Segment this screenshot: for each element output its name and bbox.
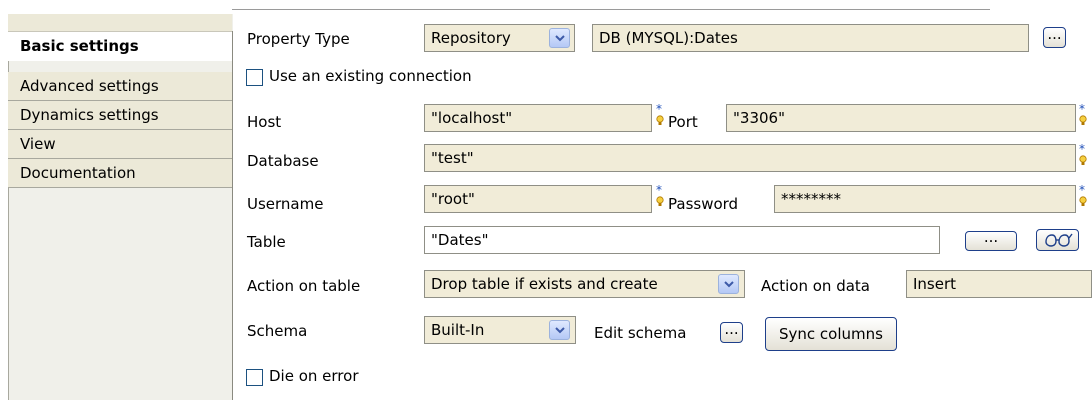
chevron-down-icon[interactable] <box>549 28 570 48</box>
table-view-button[interactable] <box>1036 229 1079 251</box>
action-on-table-select[interactable]: Drop table if exists and create <box>424 270 745 298</box>
glasses-icon <box>1045 233 1073 247</box>
action-on-table-label: Action on table <box>247 277 361 295</box>
action-on-data-value: Insert <box>913 275 957 293</box>
use-existing-connection-label: Use an existing connection <box>269 67 472 85</box>
ellipsis-label: ... <box>1047 25 1062 43</box>
sidebar-item-advanced-settings[interactable]: Advanced settings <box>8 72 232 101</box>
schema-label: Schema <box>247 322 308 340</box>
sidebar-header <box>8 14 232 32</box>
edit-schema-label: Edit schema <box>594 324 687 342</box>
required-marker-icon: * <box>656 185 664 206</box>
header-strip <box>0 0 1092 9</box>
chevron-down-icon[interactable] <box>549 320 570 340</box>
svg-text:*: * <box>1079 144 1085 156</box>
action-on-data-label: Action on data <box>761 277 870 295</box>
ellipsis-label: ... <box>983 228 999 246</box>
svg-text:*: * <box>1079 104 1085 116</box>
database-field[interactable]: "test" <box>424 144 1076 172</box>
sync-columns-button[interactable]: Sync columns <box>765 317 897 351</box>
schema-select[interactable]: Built-In <box>424 316 576 344</box>
svg-text:*: * <box>656 104 662 116</box>
host-label: Host <box>247 113 282 131</box>
property-repository-field[interactable]: DB (MYSQL):Dates <box>592 24 1029 52</box>
port-label: Port <box>668 113 698 131</box>
required-marker-icon: * <box>1079 104 1087 125</box>
property-type-label: Property Type <box>247 30 350 48</box>
svg-text:*: * <box>1079 185 1085 197</box>
required-marker-icon: * <box>1079 185 1087 206</box>
password-label: Password <box>668 195 739 213</box>
sidebar-item-dynamics-settings[interactable]: Dynamics settings <box>8 101 232 130</box>
property-type-value: Repository <box>431 29 511 47</box>
action-on-table-value: Drop table if exists and create <box>431 275 658 293</box>
edit-schema-button[interactable]: ... <box>720 322 743 343</box>
table-browse-button[interactable]: ... <box>965 228 1017 251</box>
password-field[interactable]: ******** <box>774 185 1076 213</box>
property-browse-button[interactable]: ... <box>1043 27 1066 48</box>
port-field[interactable]: "3306" <box>726 104 1076 132</box>
die-on-error-label: Die on error <box>269 367 359 385</box>
table-label: Table <box>247 233 286 251</box>
top-divider <box>232 9 990 10</box>
schema-value: Built-In <box>431 321 485 339</box>
use-existing-connection-checkbox[interactable] <box>246 69 263 86</box>
sidebar-item-view[interactable]: View <box>8 130 232 159</box>
table-field[interactable]: "Dates" <box>424 226 940 254</box>
sidebar-item-documentation[interactable]: Documentation <box>8 159 232 188</box>
sidebar-divider <box>232 31 233 400</box>
username-field[interactable]: "root" <box>424 185 652 213</box>
database-label: Database <box>247 152 319 170</box>
username-label: Username <box>247 195 324 213</box>
property-type-select[interactable]: Repository <box>424 24 575 52</box>
action-on-data-select[interactable]: Insert <box>906 270 1092 298</box>
sidebar-item-basic-settings[interactable]: Basic settings <box>8 32 232 61</box>
svg-text:*: * <box>656 185 662 197</box>
ellipsis-label: ... <box>724 320 739 338</box>
chevron-down-icon[interactable] <box>718 274 739 294</box>
host-field[interactable]: "localhost" <box>424 104 652 132</box>
die-on-error-checkbox[interactable] <box>246 369 263 386</box>
required-marker-icon: * <box>656 104 664 125</box>
required-marker-icon: * <box>1079 144 1087 165</box>
